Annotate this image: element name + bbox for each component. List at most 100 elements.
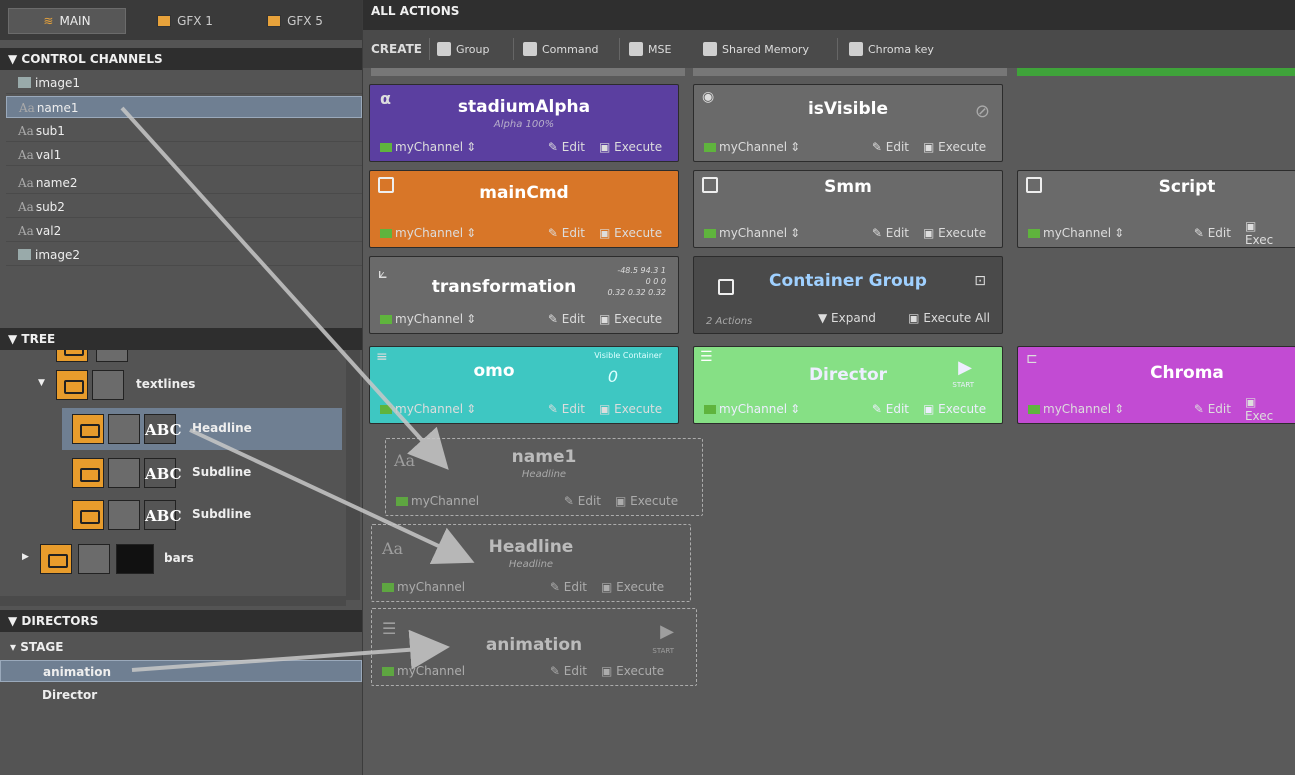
chevron-right-icon[interactable]: ▶ — [22, 552, 29, 562]
execute-button[interactable]: ▣ Exec — [1245, 395, 1288, 423]
channel-icon — [704, 228, 716, 238]
tab-gfx5[interactable]: GFX 5 — [250, 8, 340, 34]
expand-button[interactable]: ▼ Expand — [818, 311, 876, 325]
action-card-script[interactable]: Script myChannel ⇕ ✎ Edit ▣ Exec — [1017, 170, 1295, 248]
channel-selector[interactable]: myChannel — [382, 664, 507, 678]
channel-image2[interactable]: image2 — [6, 244, 362, 266]
action-card-maincmd[interactable]: mainCmd myChannel ⇕ ✎ Edit ▣ Execute — [369, 170, 679, 248]
edit-button[interactable]: ✎ Edit — [507, 664, 587, 678]
execute-all-button[interactable]: ▣ Execute All — [908, 311, 990, 325]
channel-selector[interactable]: myChannel ⇕ — [704, 140, 829, 154]
create-chroma-key-button[interactable]: Chroma key — [849, 40, 934, 58]
create-shared-memory-button[interactable]: Shared Memory — [703, 40, 809, 58]
execute-button[interactable]: ▣ Exec — [1245, 219, 1288, 247]
channel-name2[interactable]: Aa name2 — [6, 172, 362, 194]
tree-item-textlines[interactable]: ▼ textlines — [0, 364, 346, 406]
action-card-stadiumalpha[interactable]: α stadiumAlpha Alpha 100% myChannel ⇕ ✎ E… — [369, 84, 679, 162]
tree-item-subdline[interactable]: ABC Subdline — [0, 452, 346, 494]
channel-val2[interactable]: Aa val2 — [6, 220, 362, 242]
channel-selector[interactable]: myChannel ⇕ — [380, 312, 505, 326]
mse-icon — [629, 42, 643, 56]
stage-item[interactable]: ▾ STAGE — [0, 636, 362, 658]
tab-main[interactable]: ≋ MAIN — [8, 8, 126, 34]
edit-button[interactable]: ✎ Edit — [505, 402, 585, 416]
command-icon — [523, 42, 537, 56]
action-card-omo[interactable]: ≡ omo Visible Container 0 myChannel ⇕ ✎ E… — [369, 346, 679, 424]
tab-gfx1[interactable]: GFX 1 — [140, 8, 230, 34]
execute-button[interactable]: ▣ Execute — [615, 494, 678, 508]
edit-button[interactable]: ✎ Edit — [829, 402, 909, 416]
execute-button[interactable]: ▣ Execute — [599, 402, 662, 416]
play-icon[interactable]: ▶ — [660, 621, 674, 642]
tree-item-subdline-2[interactable]: ABC Subdline — [0, 494, 346, 536]
director-director[interactable]: Director — [0, 684, 362, 706]
channel-selector[interactable]: myChannel ⇕ — [1028, 402, 1152, 416]
action-card-director[interactable]: ☰ Director ▶ START myChannel ⇕ ✎ Edit ▣ Ex… — [693, 346, 1003, 424]
drop-preview-headline[interactable]: Aa Headline Headline myChannel ✎ Edit ▣ Ex… — [371, 524, 691, 602]
action-card-isvisible[interactable]: ◉ isVisible ⊘ myChannel ⇕ ✎ Edit ▣ Execute — [693, 84, 1003, 162]
play-icon[interactable]: ▶ — [958, 357, 972, 378]
hidden-eye-icon: ⊘ — [974, 101, 990, 122]
channel-icon — [704, 404, 716, 414]
channel-sub2[interactable]: Aa sub2 — [6, 196, 362, 218]
tree-item-bars[interactable]: ▶ bars — [0, 538, 346, 580]
edit-button[interactable]: ✎ Edit — [505, 140, 585, 154]
create-group-button[interactable]: Group — [437, 40, 490, 58]
channel-sub1[interactable]: Aa sub1 — [6, 120, 362, 142]
execute-button[interactable]: ▣ Execute — [601, 664, 664, 678]
channel-selector[interactable]: myChannel ⇕ — [704, 402, 829, 416]
channel-selector[interactable]: myChannel ⇕ — [380, 226, 505, 240]
edit-button[interactable]: ✎ Edit — [829, 226, 909, 240]
channel-icon — [380, 314, 392, 324]
execute-button[interactable]: ▣ Execute — [601, 580, 664, 594]
channel-selector[interactable]: myChannel — [396, 494, 521, 508]
ungroup-icon[interactable]: ⊡ — [974, 273, 986, 289]
channel-selector[interactable]: myChannel ⇕ — [1028, 226, 1152, 240]
transform-icon — [92, 370, 124, 400]
execute-button[interactable]: ▣ Execute — [599, 312, 662, 326]
channel-name1[interactable]: Aa name1 — [6, 96, 362, 118]
tree-header[interactable]: ▼ TREE — [0, 328, 362, 350]
tree-h-scrollbar[interactable] — [0, 596, 346, 606]
edit-button[interactable]: ✎ Edit — [505, 226, 585, 240]
chroma-key-icon: ⊏ — [1026, 351, 1038, 367]
channel-selector[interactable]: myChannel ⇕ — [380, 140, 505, 154]
channel-icon — [1028, 404, 1040, 414]
channel-selector[interactable]: myChannel — [382, 580, 507, 594]
edit-button[interactable]: ✎ Edit — [505, 312, 585, 326]
channel-selector[interactable]: myChannel ⇕ — [704, 226, 829, 240]
edit-button[interactable]: ✎ Edit — [507, 580, 587, 594]
tree-item-headline[interactable]: ABC Headline — [62, 408, 342, 450]
edit-button[interactable]: ✎ Edit — [1152, 402, 1231, 416]
create-command-button[interactable]: Command — [523, 40, 599, 58]
tree-row-partial — [0, 350, 346, 364]
tree-scrollbar[interactable] — [346, 350, 360, 600]
channel-selector[interactable]: myChannel ⇕ — [380, 402, 505, 416]
execute-button[interactable]: ▣ Execute — [923, 226, 986, 240]
edit-button[interactable]: ✎ Edit — [521, 494, 601, 508]
action-card-chroma[interactable]: ⊏ Chroma myChannel ⇕ ✎ Edit ▣ Exec — [1017, 346, 1295, 424]
create-mse-button[interactable]: MSE — [629, 40, 671, 58]
director-animation[interactable]: animation — [0, 660, 362, 682]
chevron-down-icon[interactable]: ▼ — [38, 378, 45, 388]
edit-button[interactable]: ✎ Edit — [829, 140, 909, 154]
channel-icon — [380, 142, 392, 152]
execute-button[interactable]: ▣ Execute — [599, 140, 662, 154]
directors-header[interactable]: ▼ DIRECTORS — [0, 610, 362, 632]
card-partial — [693, 68, 1007, 76]
channel-val1[interactable]: Aa val1 — [6, 144, 362, 166]
execute-button[interactable]: ▣ Execute — [599, 226, 662, 240]
execute-button[interactable]: ▣ Execute — [923, 402, 986, 416]
action-card-container-group[interactable]: Container Group ⊡ 2 Actions ▼ Expand ▣ E… — [693, 256, 1003, 334]
all-actions-header: ALL ACTIONS — [363, 0, 1295, 30]
edit-button[interactable]: ✎ Edit — [1152, 226, 1231, 240]
drop-preview-animation[interactable]: ☰ animation ▶ START myChannel ✎ Edit ▣ Exe… — [371, 608, 697, 686]
action-card-transformation[interactable]: ⟀ transformation -48.5 94.3 10 0 0 0.32 0… — [369, 256, 679, 334]
action-card-smm[interactable]: Smm myChannel ⇕ ✎ Edit ▣ Execute — [693, 170, 1003, 248]
execute-button[interactable]: ▣ Execute — [923, 140, 986, 154]
drop-preview-name1[interactable]: Aa name1 Headline myChannel ✎ Edit ▣ Execu… — [385, 438, 703, 516]
image-icon — [18, 249, 31, 260]
channel-image1[interactable]: image1 — [6, 72, 362, 94]
control-channels-header[interactable]: ▼ CONTROL CHANNELS — [0, 48, 362, 70]
transform-values: -48.5 94.3 10 0 0 0.32 0.32 0.32 — [607, 266, 666, 297]
